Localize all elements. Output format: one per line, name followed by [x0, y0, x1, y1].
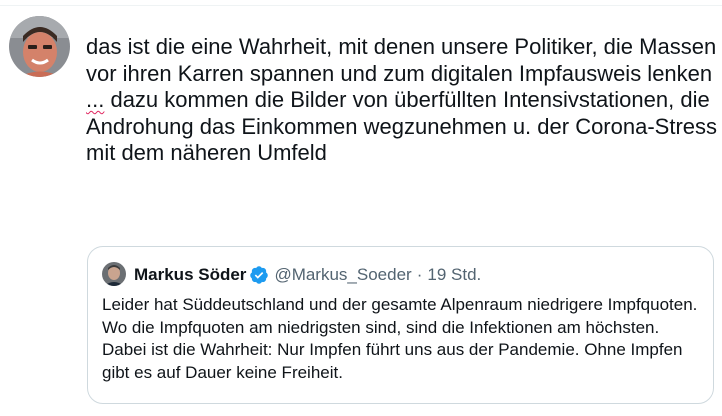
quoted-tweet-card[interactable]: Markus Söder @Markus_Soeder · 19 Std. Le… [87, 246, 714, 404]
user-avatar[interactable] [9, 16, 70, 77]
tweet-text: das ist die eine Wahrheit, mit denen uns… [86, 34, 720, 167]
avatar-photo-icon [9, 16, 70, 77]
divider [0, 5, 722, 6]
spellcheck-underlined-ellipsis: ... [86, 87, 105, 113]
quoted-tweet-timestamp[interactable]: 19 Std. [427, 265, 481, 285]
verified-badge-icon [249, 265, 269, 285]
separator-dot: · [416, 265, 423, 284]
tweet: das ist die eine Wahrheit, mit denen uns… [0, 0, 722, 416]
avatar-photo-icon [102, 262, 126, 286]
quoted-tweet-text: Leider hat Süddeutschland und der gesamt… [102, 295, 698, 382]
tweet-text-part: das ist die eine Wahrheit, mit denen uns… [86, 34, 717, 86]
quoted-tweet-header: Markus Söder @Markus_Soeder · 19 Std. [134, 264, 481, 286]
quoted-author-avatar[interactable] [102, 262, 126, 286]
tweet-text-part: dazu kommen die Bilder von überfüllten I… [86, 87, 718, 166]
quoted-author-name[interactable]: Markus Söder [134, 265, 246, 285]
quoted-author-handle[interactable]: @Markus_Soeder [274, 265, 411, 285]
